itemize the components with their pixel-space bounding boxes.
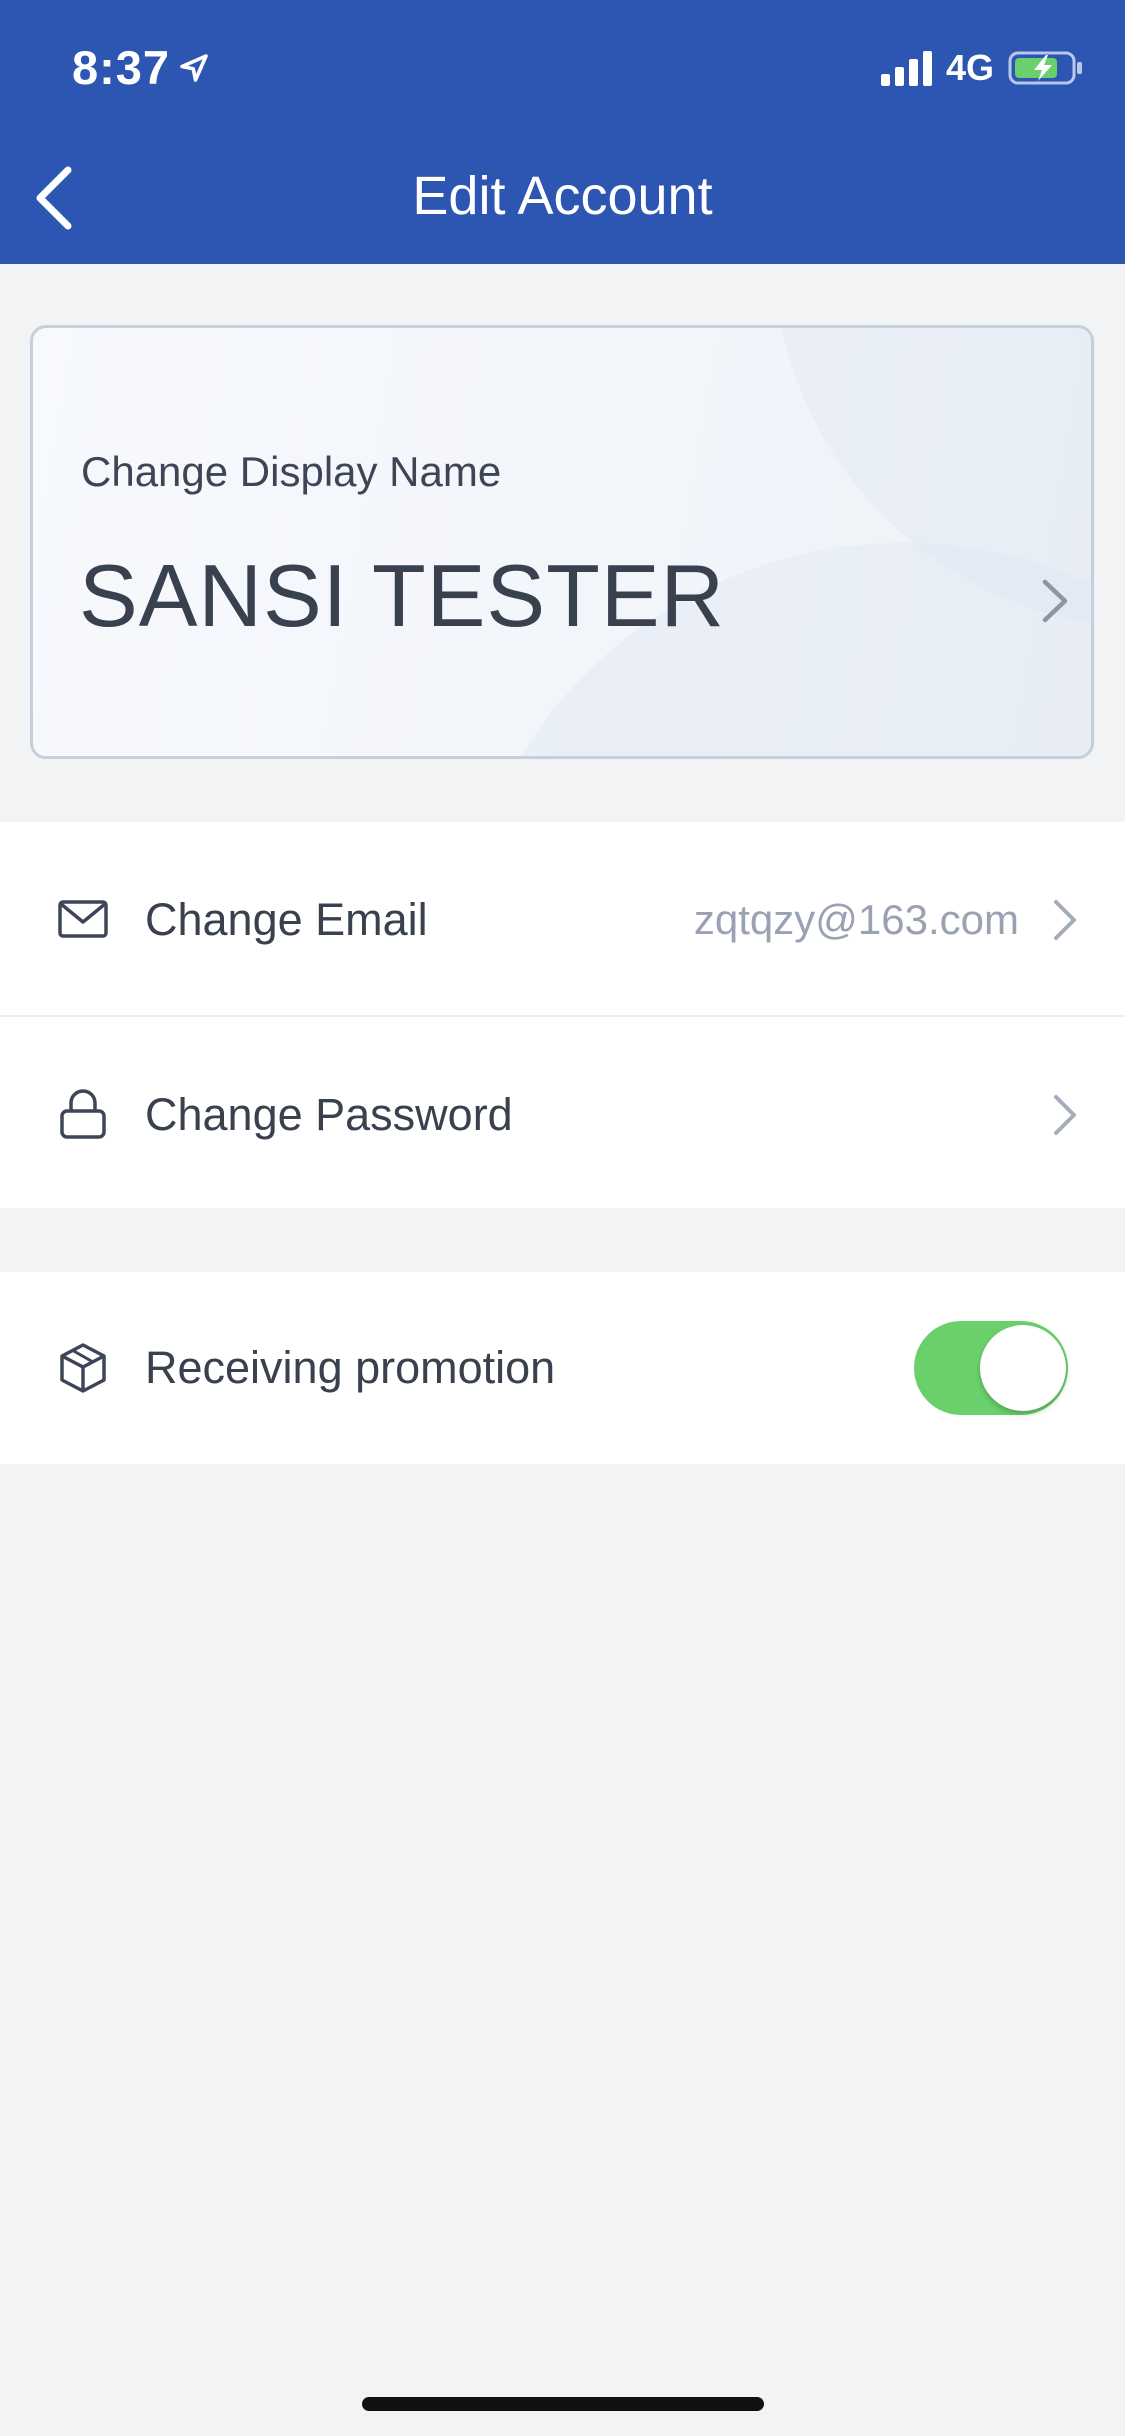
cellular-signal-icon — [881, 51, 932, 86]
page-title: Edit Account — [412, 166, 713, 226]
navigation-header: 8:37 4G Edit Account — [0, 0, 1125, 264]
chevron-right-icon — [1054, 900, 1076, 940]
display-name-value: SANSI TESTER — [79, 546, 726, 645]
change-email-row[interactable]: Change Email zqtqzy@163.com — [0, 822, 1125, 1015]
display-name-label: Change Display Name — [81, 448, 502, 495]
chevron-right-icon — [1054, 1095, 1076, 1135]
change-email-label: Change Email — [145, 894, 428, 945]
location-arrow-icon — [180, 54, 208, 82]
account-settings-section: Change Email zqtqzy@163.com Change Passw… — [0, 822, 1125, 1208]
network-type: 4G — [946, 47, 995, 88]
battery-charging-icon — [1008, 51, 1082, 85]
toggle-knob — [980, 1325, 1066, 1411]
status-time: 8:37 — [72, 41, 171, 94]
change-display-name-card[interactable]: Change Display Name SANSI TESTER — [30, 325, 1094, 759]
lock-icon — [60, 1089, 106, 1139]
change-password-label: Change Password — [145, 1089, 513, 1140]
promotion-toggle[interactable] — [914, 1321, 1068, 1415]
package-icon — [60, 1343, 106, 1393]
receiving-promotion-label: Receiving promotion — [145, 1342, 556, 1393]
mail-icon — [58, 900, 108, 938]
promotion-section: Receiving promotion — [0, 1272, 1125, 1464]
home-indicator — [362, 2397, 764, 2411]
email-value: zqtqzy@163.com — [693, 896, 1019, 943]
receiving-promotion-row: Receiving promotion — [0, 1272, 1125, 1465]
chevron-right-icon — [1042, 579, 1068, 623]
change-password-row[interactable]: Change Password — [0, 1017, 1125, 1210]
